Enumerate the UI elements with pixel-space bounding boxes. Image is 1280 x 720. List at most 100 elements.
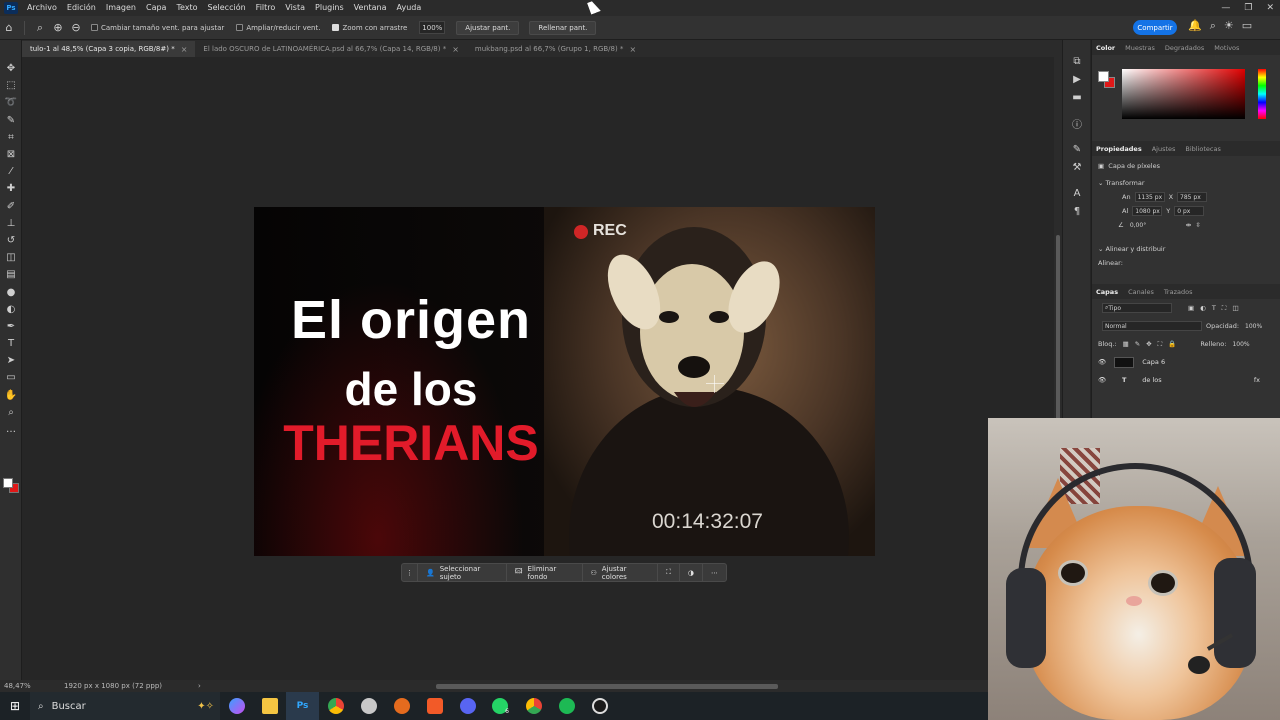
tab-color[interactable]: Color [1096,44,1115,52]
blend-mode-dropdown[interactable]: Normal [1102,321,1202,331]
obs-icon[interactable] [583,692,616,720]
layer-filter-icons[interactable]: ▣◐T⛶◫ [1188,304,1244,313]
pen-tool-icon[interactable]: ✒ [0,318,22,335]
healing-brush-icon[interactable]: ✚ [0,180,22,197]
more-options-icon[interactable]: ⋯ [703,564,726,581]
stamp-tool-icon[interactable]: ⊥ [0,215,22,232]
flip-horizontal-icon[interactable]: ⇹ [1186,221,1191,229]
chevron-right-icon[interactable]: › [198,682,201,690]
menu-imagen[interactable]: Imagen [101,0,141,16]
tab-adjustments[interactable]: Ajustes [1152,145,1176,153]
whatsapp-icon[interactable]: 6 [484,692,517,720]
layer-item[interactable]: 👁 Capa 6 [1092,353,1280,371]
zoom-percent-field[interactable]: 100% [419,21,446,34]
hand-tool-icon[interactable]: ✋ [0,387,22,404]
mask-icon[interactable]: ◑ [680,564,703,581]
zoom-level[interactable]: 48,47% [4,682,64,690]
gradient-tool-icon[interactable]: ▤ [0,266,22,283]
quick-select-icon[interactable]: ✎ [0,112,22,129]
dodge-tool-icon[interactable]: ◐ [0,301,22,318]
windows-start-icon[interactable]: ⊞ [0,692,30,720]
scrubby-zoom-checkbox[interactable]: Zoom con arrastre [332,24,407,32]
firefox-icon[interactable] [385,692,418,720]
flip-vertical-icon[interactable]: ⇳ [1195,221,1200,229]
search-icon[interactable]: ⌕ [1210,19,1216,33]
fill-screen-button[interactable]: Rellenar pant. [529,20,597,35]
brush-settings-icon[interactable]: ✎ [1063,140,1091,158]
tool-presets-icon[interactable]: ⚒ [1063,158,1091,176]
close-icon[interactable]: ✕ [1266,3,1274,13]
spotify-icon[interactable] [550,692,583,720]
document-canvas[interactable]: REC El origen de los THERIANS 00:14:32:0… [254,207,875,556]
tab-document-3[interactable]: mukbang.psd al 66,7% (Grupo 1, RGB/8) * × [467,41,644,57]
resize-windows-checkbox[interactable]: Cambiar tamaño vent. para ajustar [91,24,224,32]
eyedropper-icon[interactable]: ⁄ [0,163,22,180]
chrome-profile-icon[interactable] [517,692,550,720]
type-tool-icon[interactable]: T [0,335,22,352]
height-field[interactable]: 1080 px [1132,206,1163,216]
adjust-colors-button[interactable]: ⚇ Ajustar colores [583,564,658,581]
file-explorer-icon[interactable] [253,692,286,720]
paragraph-icon[interactable]: ¶ [1063,202,1091,220]
transform-header[interactable]: ⌄ Transformar [1092,176,1280,190]
photoshop-taskbar-icon[interactable]: Ps [286,692,319,720]
close-icon[interactable]: × [452,45,459,54]
comment-icon[interactable]: ▬ [1063,88,1091,106]
brave-icon[interactable] [418,692,451,720]
info-icon[interactable]: ⓘ [1063,114,1091,132]
menu-archivo[interactable]: Archivo [22,0,62,16]
character-icon[interactable]: A [1063,184,1091,202]
y-field[interactable]: 0 px [1174,206,1205,216]
close-icon[interactable]: × [181,45,188,54]
lasso-tool-icon[interactable]: ➰ [0,94,22,111]
tab-document-1[interactable]: tulo-1 al 48,5% (Capa 3 copia, RGB/8#) *… [22,41,196,57]
menu-vista[interactable]: Vista [280,0,310,16]
history-icon[interactable]: ⧉ [1063,52,1091,70]
menu-ayuda[interactable]: Ayuda [392,0,427,16]
history-brush-icon[interactable]: ↺ [0,232,22,249]
drag-handle-icon[interactable]: ⋮ [402,564,418,581]
app-icon[interactable] [352,692,385,720]
discord-icon[interactable] [451,692,484,720]
chrome-icon[interactable] [319,692,352,720]
menu-ventana[interactable]: Ventana [349,0,392,16]
fill-field[interactable]: 100% [1230,339,1252,349]
crop-tool-icon[interactable]: ⌗ [0,129,22,146]
tab-paths[interactable]: Trazados [1164,288,1193,296]
zoom-in-icon[interactable]: ⊕ [49,19,67,37]
width-field[interactable]: 1135 px [1134,192,1165,202]
zoom-tool-icon[interactable]: ⌕ [31,19,49,37]
tab-libraries[interactable]: Bibliotecas [1185,145,1220,153]
tab-properties[interactable]: Propiedades [1096,145,1142,153]
x-field[interactable]: 785 px [1177,192,1208,202]
menu-seleccion[interactable]: Selección [203,0,251,16]
zoom-tool-icon[interactable]: ⌕ [0,404,22,421]
lock-icons[interactable]: ▦✎✥⛶🔒 [1123,340,1183,349]
fit-screen-button[interactable]: Ajustar pant. [456,20,520,35]
share-button[interactable]: Compartir [1133,20,1177,35]
zoom-out-icon[interactable]: ⊖ [67,19,85,37]
rectangle-tool-icon[interactable]: ▭ [0,369,22,386]
angle-field[interactable]: 0,00° [1128,220,1158,230]
copilot-icon[interactable] [220,692,253,720]
remove-background-button[interactable]: 🖾 Eliminar fondo [507,564,583,581]
more-tools-icon[interactable]: … [0,421,22,438]
brush-tool-icon[interactable]: ✐ [0,198,22,215]
align-header[interactable]: ⌄ Alinear y distribuir [1092,242,1280,256]
color-field[interactable] [1122,69,1245,119]
transform-icon[interactable]: ⛶ [658,564,680,581]
tab-layers[interactable]: Capas [1096,288,1118,296]
foreground-color-chip[interactable] [1098,71,1109,82]
menu-texto[interactable]: Texto [171,0,202,16]
tab-document-2[interactable]: El lado OSCURO de LATINOAMÉRICA.psd al 6… [195,41,467,57]
fx-icon[interactable]: fx [1254,376,1260,384]
hue-slider[interactable] [1258,69,1266,119]
horizontal-scroll-thumb[interactable] [436,684,778,689]
tab-channels[interactable]: Canales [1128,288,1154,296]
bell-icon[interactable]: 🔔 [1188,19,1202,33]
eraser-tool-icon[interactable]: ◫ [0,249,22,266]
home-icon[interactable]: ⌂ [0,19,18,37]
minimize-icon[interactable]: — [1221,3,1230,13]
restore-icon[interactable]: ❐ [1244,3,1252,13]
opacity-field[interactable]: 100% [1243,321,1265,331]
